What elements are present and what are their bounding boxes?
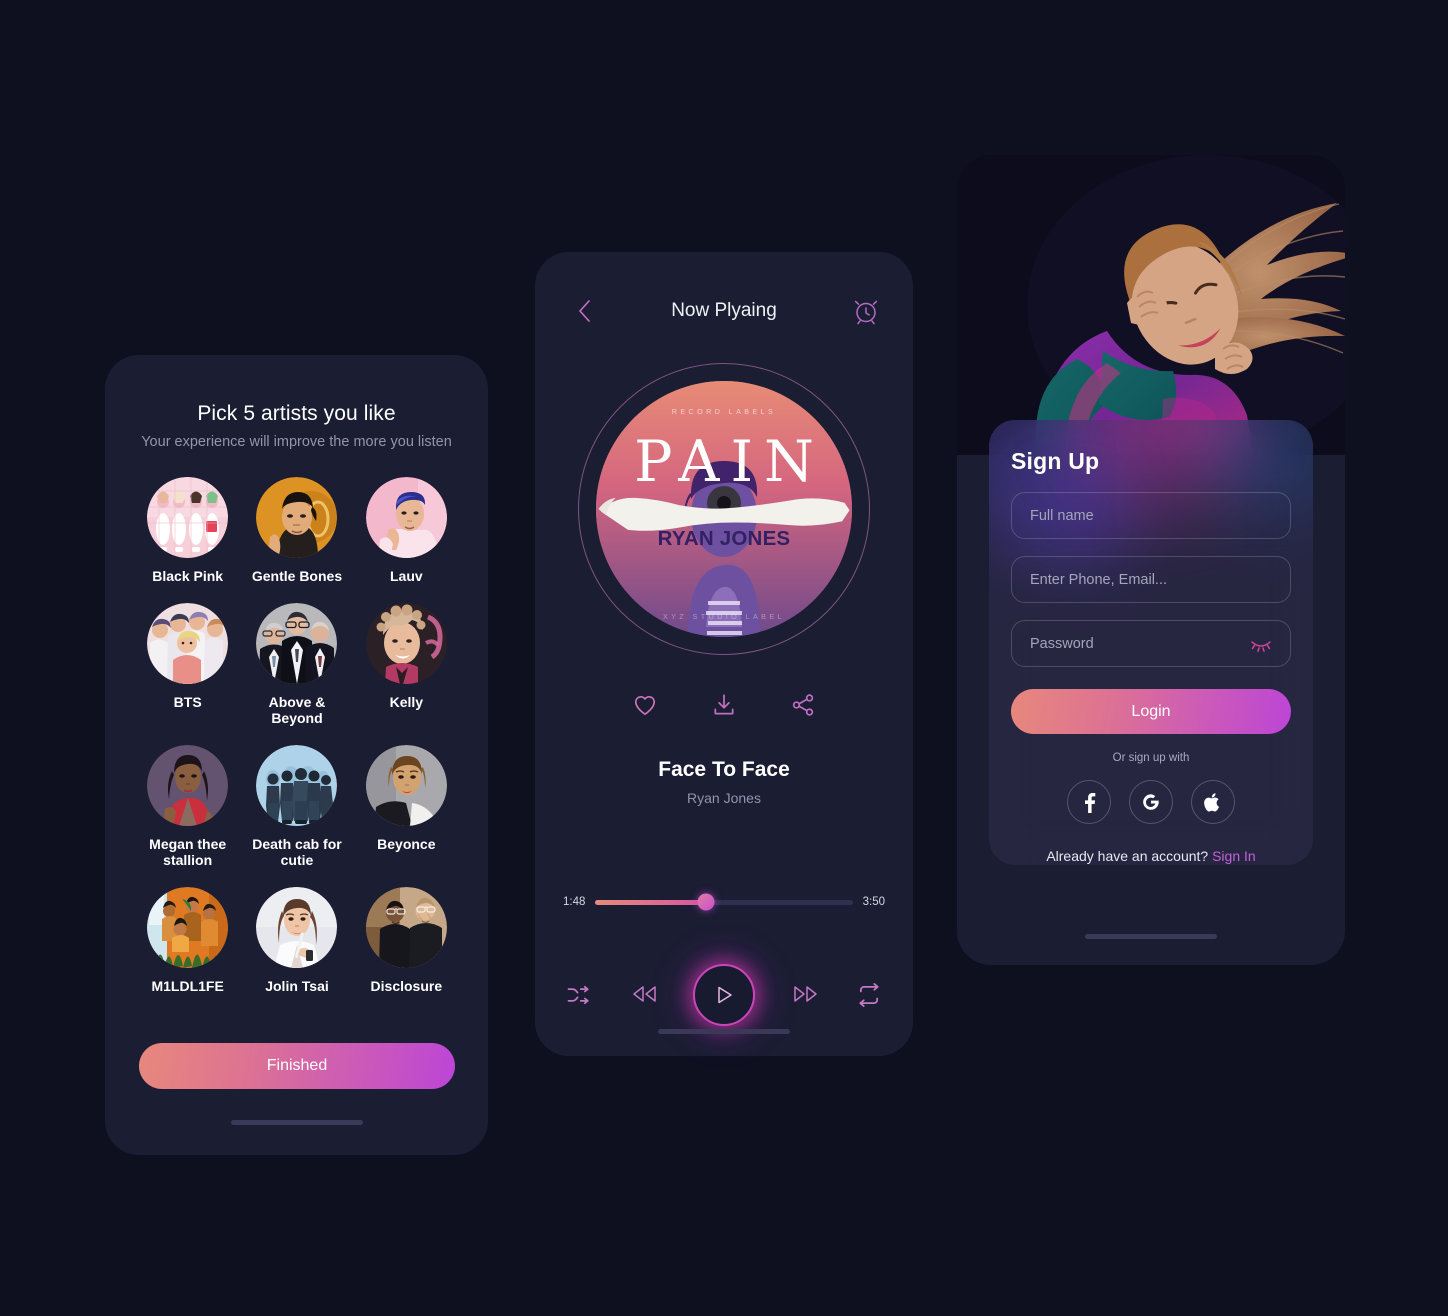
bts-avatar	[147, 602, 229, 684]
facebook-button[interactable]	[1067, 780, 1111, 824]
home-indicator	[658, 1029, 790, 1034]
hero-image	[957, 155, 1345, 455]
player-header: Now Plyaing	[535, 296, 913, 326]
password-field[interactable]	[1011, 620, 1291, 667]
album-art: RECORD LABELS PAIN RYAN JONES XYZ STUDIO…	[578, 363, 870, 655]
forward-icon[interactable]	[791, 981, 819, 1009]
signup-form-panel: Sign Up Login Or sign up with	[989, 420, 1313, 865]
phone-email-input[interactable]	[1012, 557, 1290, 602]
alarm-clock-icon[interactable]	[851, 296, 881, 326]
blackpink-avatar	[147, 477, 229, 558]
aboveandbeyond-avatar	[256, 602, 338, 684]
download-icon[interactable]	[711, 692, 737, 718]
artist-name: Lauv	[389, 568, 423, 584]
play-icon	[718, 986, 732, 1004]
signup-screen: Sign Up Login Or sign up with	[957, 155, 1345, 965]
artist-card-lauv[interactable]: Lauv	[358, 477, 455, 585]
apple-button[interactable]	[1191, 780, 1235, 824]
repeat-icon[interactable]	[855, 981, 883, 1009]
artist-card-jolin-tsai[interactable]: Jolin Tsai	[248, 886, 345, 995]
song-title: Face To Face	[658, 758, 790, 781]
login-button[interactable]: Login	[1011, 689, 1291, 734]
google-icon	[1143, 794, 1159, 810]
progress-bar: 1:48 3:50	[563, 893, 885, 911]
megantheestallion-avatar	[147, 744, 229, 826]
progress-fill	[595, 899, 706, 905]
artist-card-gentle-bones[interactable]: Gentle Bones	[248, 477, 345, 585]
seek-slider[interactable]	[595, 893, 853, 911]
current-time: 1:48	[563, 896, 586, 908]
phone-email-field[interactable]	[1011, 556, 1291, 603]
deathcabforcutie-avatar	[256, 744, 338, 826]
artist-name: M1LDL1FE	[151, 977, 224, 994]
album-artist-banner: RYAN JONES	[657, 527, 791, 550]
share-icon[interactable]	[790, 692, 816, 718]
brush-stroke	[598, 497, 850, 531]
kelly-avatar	[365, 602, 447, 684]
footer-text: Already have an account?	[1046, 848, 1209, 864]
playback-controls	[565, 956, 883, 1034]
album-cover-disc: RECORD LABELS PAIN RYAN JONES XYZ STUDIO…	[596, 381, 852, 637]
artist-name: Disclosure	[370, 977, 443, 994]
total-time: 3:50	[862, 896, 885, 908]
gentlebones-avatar	[256, 477, 338, 558]
beyonce-avatar	[365, 744, 447, 826]
artist-card-black-pink[interactable]: Black Pink	[139, 477, 236, 585]
artist-card-disclosure[interactable]: Disclosure	[358, 886, 455, 995]
eye-off-icon[interactable]	[1250, 636, 1272, 652]
heart-icon[interactable]	[632, 692, 658, 718]
apple-icon	[1204, 792, 1220, 812]
artist-name: Kelly	[389, 693, 424, 710]
artist-card-death-cab-for-cutie[interactable]: Death cab for cutie	[248, 744, 345, 869]
song-artist: Ryan Jones	[687, 790, 761, 806]
artist-name: Black Pink	[152, 568, 224, 584]
artist-card-beyonce[interactable]: Beyonce	[358, 744, 455, 869]
artist-name: Megan thee stallion	[149, 835, 227, 869]
or-signup-with-label: Or sign up with	[1112, 752, 1190, 764]
album-label-bottom: XYZ STUDIO LABEL	[663, 612, 785, 621]
seek-thumb[interactable]	[697, 893, 715, 911]
page-title: Pick 5 artists you like	[197, 402, 396, 425]
artist-name: Death cab for cutie	[252, 835, 342, 869]
now-playing-screen: Now Plyaing RECORD LABELS PAIN RYAN JONE…	[535, 252, 913, 1056]
finished-button[interactable]: Finished	[139, 1043, 455, 1089]
lauv-avatar	[365, 477, 447, 558]
already-have-account-text: Already have an account? Sign In	[1011, 848, 1291, 864]
social-login-row	[1011, 780, 1291, 824]
disclosure-avatar	[365, 886, 447, 968]
artist-card-above-and-beyond[interactable]: Above & Beyond	[248, 602, 345, 727]
password-input[interactable]	[1012, 621, 1290, 666]
page-title: Sign Up	[1011, 448, 1100, 474]
home-indicator	[1085, 934, 1217, 939]
home-indicator	[230, 1120, 363, 1125]
artist-name: Above & Beyond	[268, 693, 326, 727]
m1ldl1fe-avatar	[147, 886, 229, 968]
play-button[interactable]	[693, 964, 755, 1026]
page-subtitle: Your experience will improve the more yo…	[141, 434, 452, 450]
artist-card-kelly[interactable]: Kelly	[358, 602, 455, 727]
artist-card-m1ldl1fe[interactable]: M1LDL1FE	[139, 886, 236, 995]
artist-name: Gentle Bones	[251, 568, 343, 584]
google-button[interactable]	[1129, 780, 1173, 824]
artist-name: Jolin Tsai	[265, 977, 329, 994]
shuffle-icon[interactable]	[565, 981, 593, 1009]
sign-in-link[interactable]: Sign In	[1212, 848, 1256, 864]
rewind-icon[interactable]	[629, 981, 657, 1009]
artist-picker-screen: Pick 5 artists you like Your experience …	[105, 355, 488, 1155]
artist-name: Beyonce	[377, 835, 436, 852]
full-name-field[interactable]	[1011, 492, 1291, 539]
artist-card-megan-thee-stallion[interactable]: Megan thee stallion	[139, 744, 236, 869]
artist-name: BTS	[173, 693, 202, 710]
artist-card-bts[interactable]: BTS	[139, 602, 236, 727]
player-actions	[535, 692, 913, 718]
artist-grid: Black Pink Gentle Bones Lauv BTS Above &…	[139, 477, 455, 994]
facebook-icon	[1084, 793, 1095, 813]
full-name-input[interactable]	[1012, 493, 1290, 538]
jolintsai-avatar	[256, 886, 338, 968]
woman-listening-music-photo	[957, 155, 1345, 455]
